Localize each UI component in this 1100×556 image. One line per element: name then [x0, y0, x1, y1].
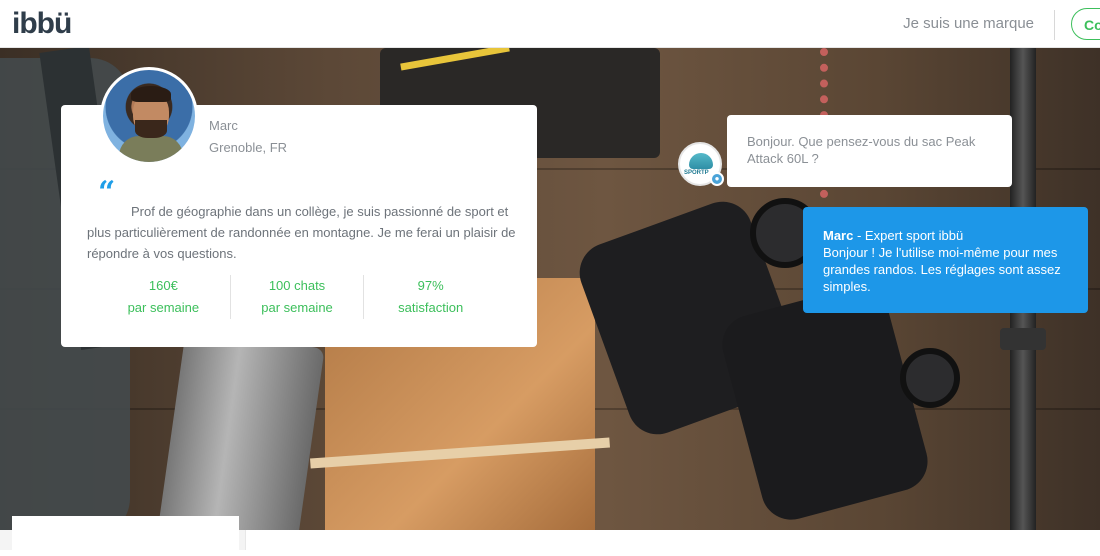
stat-label: satisfaction	[398, 300, 464, 315]
binoculars-image	[715, 279, 935, 527]
expert-stats: 160€ par semaine 100 chats par semaine 9…	[97, 275, 497, 319]
top-header: ibbü Je suis une marque Co	[0, 0, 1100, 48]
stat-value: 160€	[148, 278, 178, 293]
sport-logo-text: SPORTP	[684, 170, 709, 176]
stat-satisfaction: 97% satisfaction	[363, 275, 497, 319]
stat-label: par semaine	[261, 300, 333, 315]
expert-bio: Prof de géographie dans un collège, je s…	[87, 204, 516, 261]
answer-author-role: - Expert sport ibbü	[853, 228, 964, 243]
ibbu-logo[interactable]: ibbü	[12, 6, 72, 42]
content-box	[12, 516, 239, 556]
stat-value: 100 chats	[268, 278, 326, 293]
stat-value: 97%	[417, 278, 444, 293]
stat-chats: 100 chats par semaine	[229, 275, 364, 319]
expert-answer-bubble: Marc - Expert sport ibbü Bonjour ! Je l'…	[803, 207, 1088, 313]
expert-name: Marc	[209, 118, 238, 133]
answer-author-name: Marc	[823, 228, 854, 243]
answer-text: Bonjour ! Je l'utilise moi-même pour mes…	[823, 245, 1061, 294]
user-badge-icon: ●	[710, 172, 724, 186]
bottle-image	[155, 329, 325, 530]
brand-signup-link[interactable]: Je suis une marque	[903, 15, 1034, 32]
sport-logo-wave-icon	[689, 153, 713, 169]
stat-label: par semaine	[127, 300, 200, 315]
customer-question-bubble: Bonjour. Que pensez-vous du sac Peak Att…	[727, 115, 1012, 187]
trekking-pole-grip-image	[1000, 328, 1046, 350]
header-divider	[1054, 10, 1055, 40]
header-cta-button[interactable]: Co	[1071, 8, 1100, 40]
expert-location: Grenoble, FR	[209, 140, 288, 155]
answer-author: Marc - Expert sport ibbü	[823, 227, 1068, 244]
content-panel	[245, 530, 1100, 550]
stat-earnings: 160€ par semaine	[97, 275, 230, 319]
binocular-lens-image	[900, 348, 960, 408]
expert-avatar	[100, 67, 198, 165]
